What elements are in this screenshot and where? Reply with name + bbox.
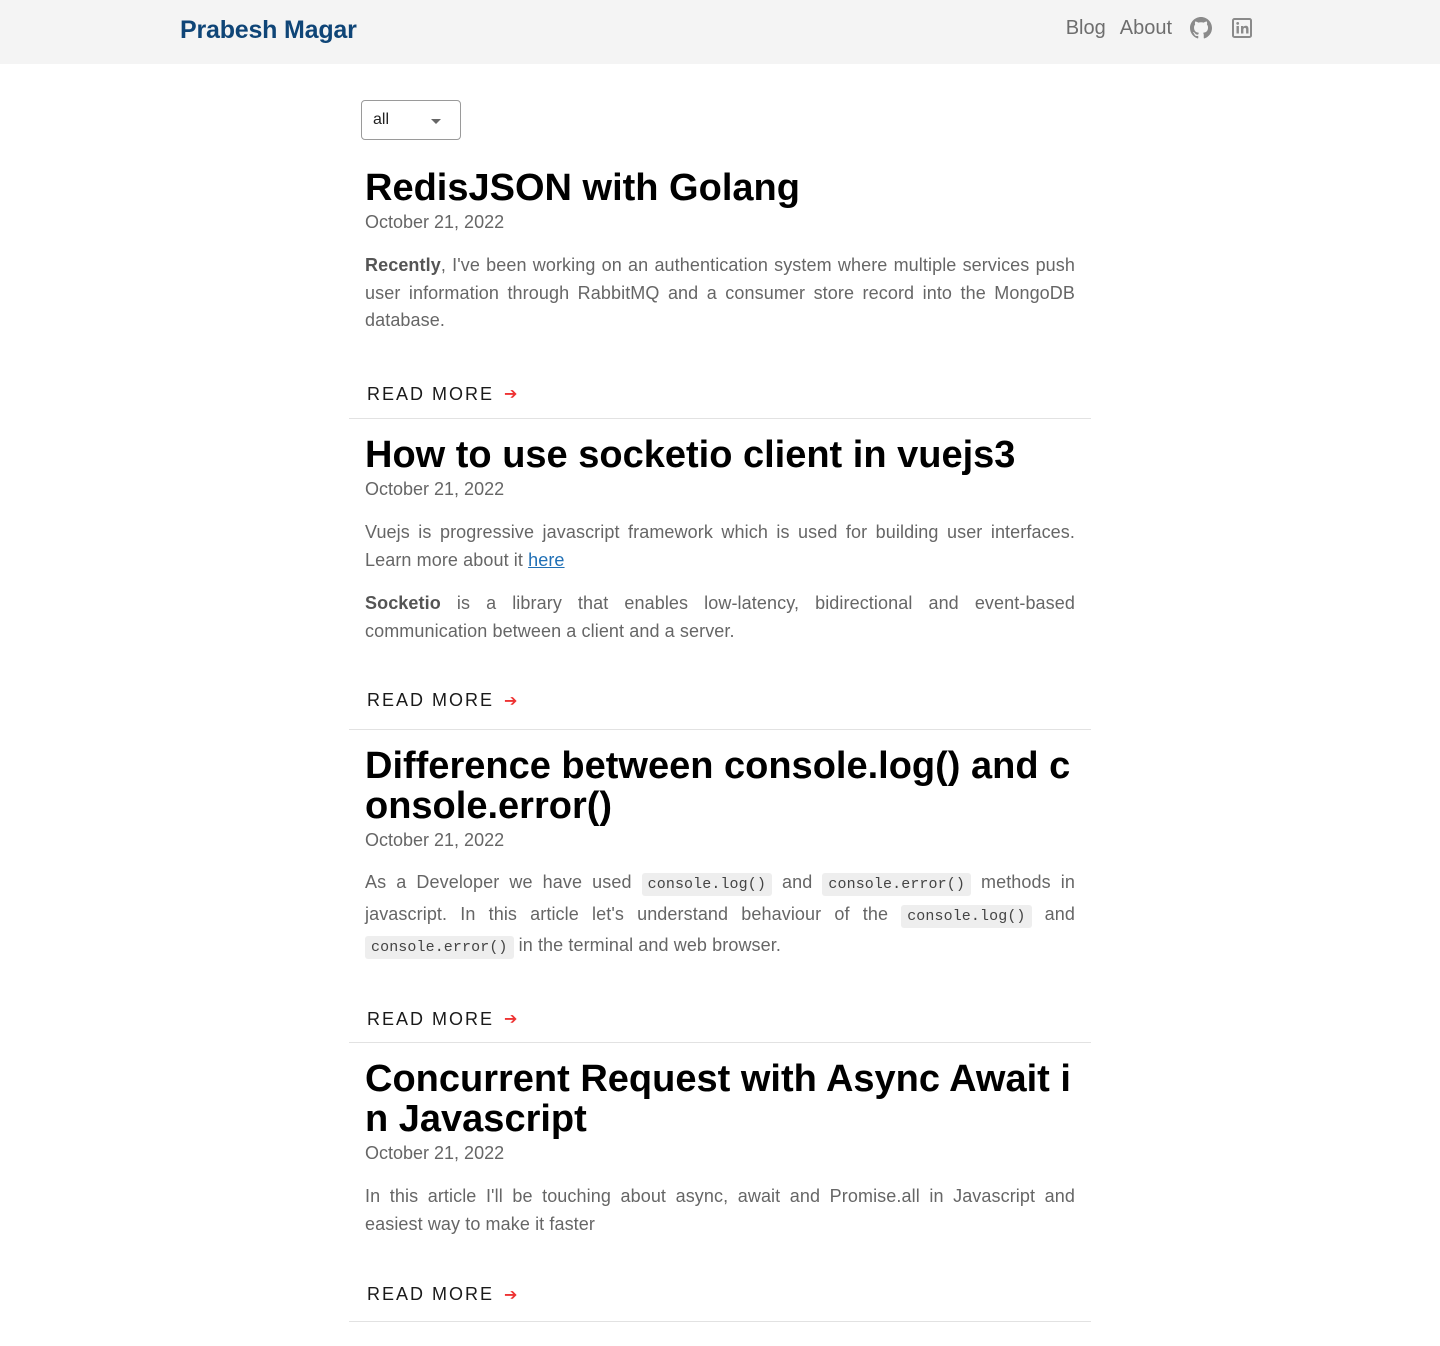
nav-link-about[interactable]: About <box>1120 17 1172 40</box>
post-date: October 21, 2022 <box>365 1143 505 1163</box>
read-more-link[interactable]: READ MORE ➔ <box>367 384 517 405</box>
inline-code: console.log() <box>901 904 1032 928</box>
post-title[interactable]: RedisJSON with Golang <box>365 168 1075 208</box>
excerpt-text: is a library that enables low-latency, b… <box>365 593 1075 641</box>
read-more-link[interactable]: READ MORE ➔ <box>367 690 517 711</box>
top-navbar: Prabesh Magar Blog About <box>0 0 1440 64</box>
excerpt-bold: Socketio <box>365 593 441 613</box>
post-date: October 21, 2022 <box>365 212 505 232</box>
post-card: Concurrent Request with Async Await in J… <box>349 1059 1091 1322</box>
arrow-right-icon: ➔ <box>504 692 518 710</box>
linkedin-icon[interactable] <box>1230 16 1254 40</box>
category-filter-select[interactable]: all <box>361 100 461 140</box>
excerpt-text: In this article I'll be touching about a… <box>365 1186 1075 1234</box>
brand-logo-link[interactable]: Prabesh Magar <box>180 16 357 45</box>
post-card: How to use socketio client in vuejs3 Oct… <box>349 435 1091 730</box>
filter-selected-value: all <box>373 111 390 128</box>
arrow-right-icon: ➔ <box>504 386 518 403</box>
github-icon[interactable] <box>1189 16 1213 40</box>
excerpt-text: and <box>771 872 823 892</box>
nav-link-blog[interactable]: Blog <box>1066 17 1106 40</box>
excerpt-bold: Recently <box>365 255 441 275</box>
post-card: Difference between console.log() and con… <box>349 746 1091 1043</box>
excerpt-text: , I've been working on an authentication… <box>365 255 1075 330</box>
post-card: RedisJSON with Golang October 21, 2022 R… <box>349 168 1091 419</box>
post-excerpt: Vuejs is progressive javascript framewor… <box>365 519 1075 645</box>
read-more-link[interactable]: READ MORE ➔ <box>367 1284 517 1305</box>
inline-code: console.error() <box>365 936 514 959</box>
main-nav: Blog About <box>1052 16 1254 40</box>
post-excerpt: As a Developer we have used console.log(… <box>365 868 1075 963</box>
post-title[interactable]: Concurrent Request with Async Await in J… <box>365 1059 1075 1139</box>
post-title[interactable]: Difference between console.log() and con… <box>365 746 1075 826</box>
excerpt-text: As a Developer we have used <box>365 872 642 892</box>
post-date: October 21, 2022 <box>365 830 505 850</box>
arrow-right-icon: ➔ <box>504 1011 518 1028</box>
inline-code: console.error() <box>822 873 971 896</box>
post-excerpt: Recently, I've been working on an authen… <box>365 252 1075 335</box>
excerpt-text: in the terminal and web browser. <box>513 935 781 955</box>
excerpt-text: Vuejs is progressive javascript framewor… <box>365 522 1075 570</box>
post-title[interactable]: How to use socketio client in vuejs3 <box>365 435 1075 475</box>
post-excerpt: In this article I'll be touching about a… <box>365 1183 1075 1238</box>
inline-code: console.log() <box>641 873 772 896</box>
excerpt-text: and <box>1031 903 1075 924</box>
arrow-right-icon: ➔ <box>504 1286 518 1304</box>
caret-down-icon <box>431 119 441 124</box>
post-date: October 21, 2022 <box>365 479 505 499</box>
excerpt-link[interactable]: here <box>528 550 564 570</box>
read-more-link[interactable]: READ MORE ➔ <box>367 1009 517 1030</box>
